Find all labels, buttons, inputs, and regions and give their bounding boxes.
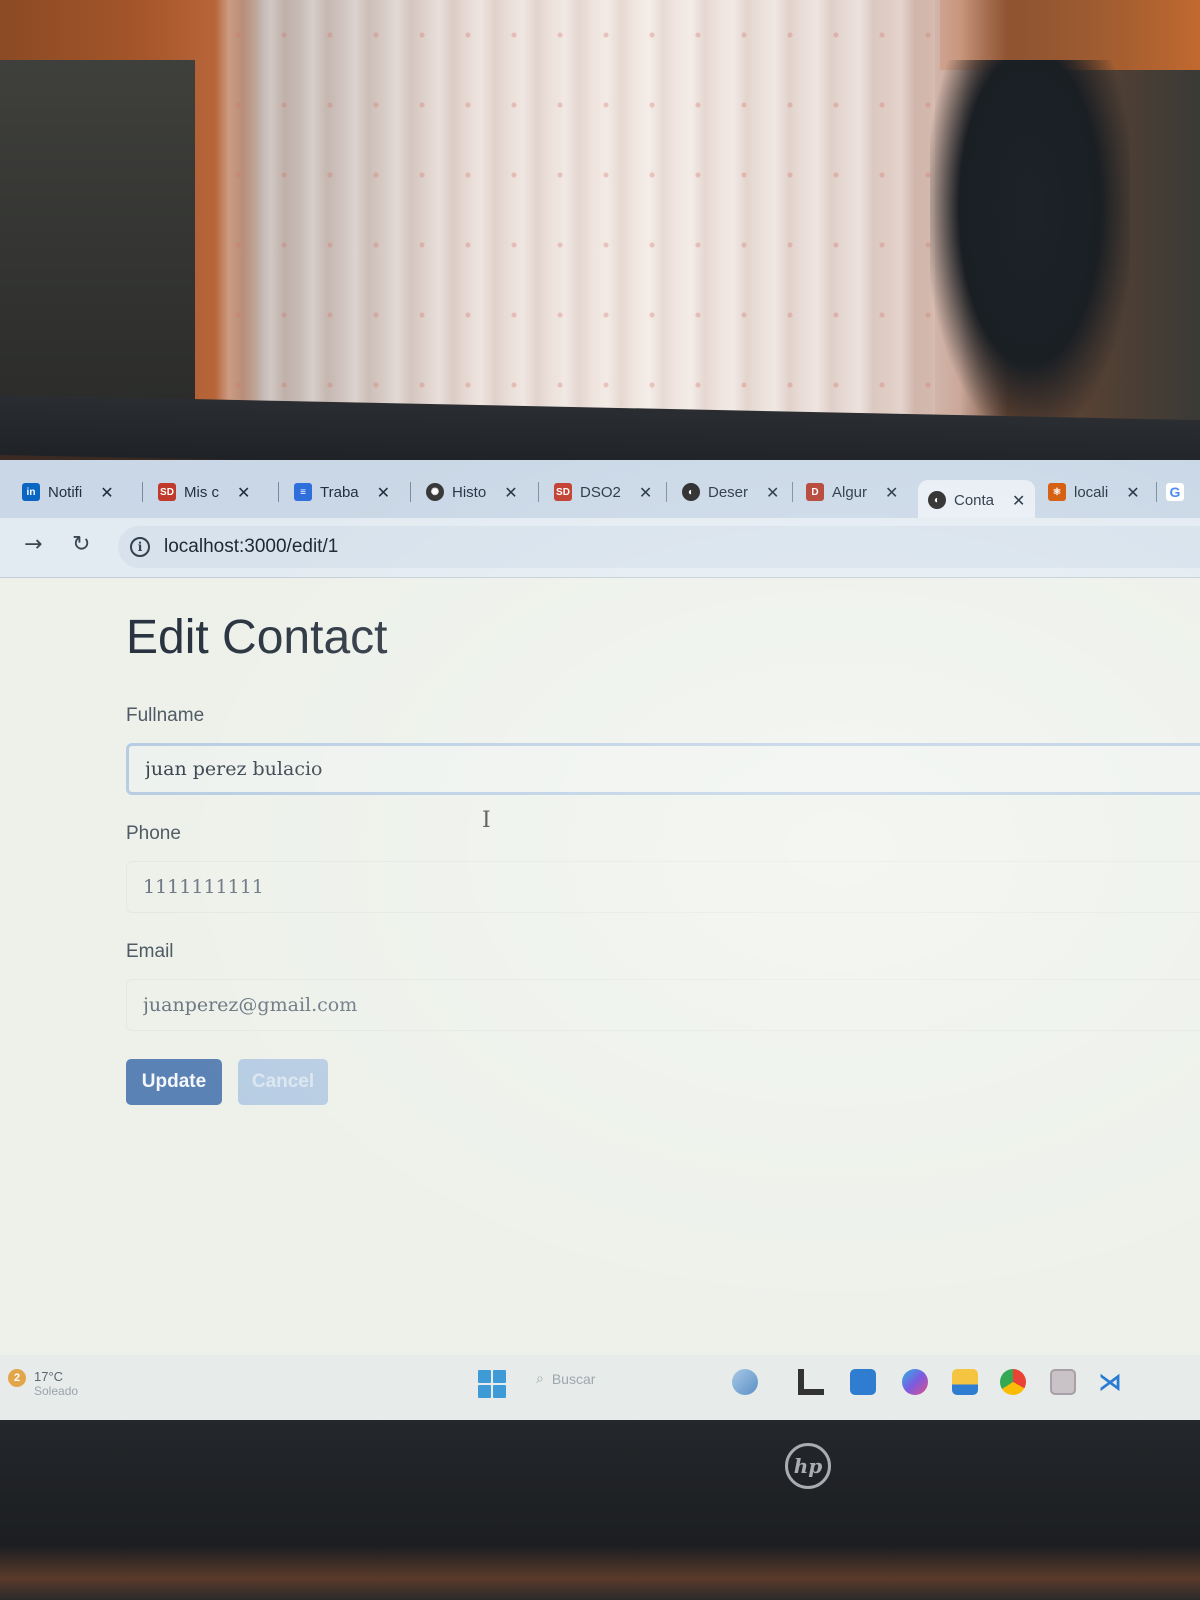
email-input[interactable] <box>126 979 1200 1031</box>
tab-locali[interactable]: ⚛ locali ✕ <box>1048 478 1140 506</box>
phone-label: Phone <box>126 823 181 844</box>
tab-google[interactable]: G <box>1166 478 1184 506</box>
phone-input[interactable] <box>126 861 1200 913</box>
windows-start-icon[interactable] <box>478 1370 506 1398</box>
search-placeholder: Buscar <box>551 1370 596 1387</box>
d-icon: D <box>806 483 824 501</box>
fullname-input[interactable] <box>126 743 1200 795</box>
tab-label: Mis c <box>184 483 219 501</box>
globe-icon: ◐ <box>682 483 700 501</box>
edit-contact-form: Edit Contact Fullname Phone Email Update… <box>126 610 1200 1105</box>
tab-algur[interactable]: D Algur ✕ <box>806 478 898 506</box>
app-grey-icon[interactable] <box>1050 1369 1076 1395</box>
tab-separator <box>142 482 143 502</box>
form-buttons: Update Cancel <box>126 1059 1200 1105</box>
sd-icon: SD <box>554 483 572 501</box>
weather-desc: Soleado <box>34 1384 79 1398</box>
tab-traba[interactable]: ≡ Traba ✕ <box>294 478 390 506</box>
wardrobe <box>0 60 195 400</box>
update-button[interactable]: Update <box>126 1059 222 1105</box>
browser-tab-strip: in Notifi ✕ SD Mis c ✕ ≡ Traba ✕ ✺ Histo… <box>0 460 1200 520</box>
close-icon[interactable]: ✕ <box>100 483 113 502</box>
tab-separator <box>792 482 793 502</box>
background-room <box>0 0 1200 440</box>
tab-conta[interactable]: ◐ Conta ✕ <box>918 480 1036 520</box>
weather-badge: 2 <box>8 1369 26 1387</box>
weather-temp: 17°C <box>34 1369 64 1384</box>
address-bar[interactable]: i localhost:3000/edit/1 <box>118 526 1200 568</box>
close-icon[interactable]: ✕ <box>1126 483 1139 502</box>
taskbar-search[interactable]: ⌕ Buscar <box>536 1370 595 1387</box>
tab-notifi[interactable]: in Notifi ✕ <box>22 478 114 506</box>
search-icon: ⌕ <box>536 1370 544 1386</box>
page-title: Edit Contact <box>126 611 388 664</box>
text-cursor-icon: I <box>482 808 491 833</box>
close-icon[interactable]: ✕ <box>885 483 898 502</box>
tab-label: DSO2 <box>580 483 621 501</box>
file-explorer-icon[interactable] <box>952 1369 978 1395</box>
tab-label: Algur <box>832 483 868 501</box>
browser-toolbar: → ↻ i localhost:3000/edit/1 <box>0 518 1200 578</box>
copilot-icon[interactable] <box>732 1369 758 1395</box>
tab-histo[interactable]: ✺ Histo ✕ <box>426 478 518 506</box>
chrome-icon[interactable] <box>1000 1369 1026 1395</box>
close-icon[interactable]: ✕ <box>639 483 652 502</box>
close-icon[interactable]: ✕ <box>504 483 517 502</box>
google-icon: G <box>1166 483 1184 501</box>
store-icon[interactable] <box>850 1369 876 1395</box>
close-icon[interactable]: ✕ <box>766 483 779 502</box>
hanging-clothes <box>930 60 1130 430</box>
react-icon: ⚛ <box>1048 483 1066 501</box>
laptop-screen: in Notifi ✕ SD Mis c ✕ ≡ Traba ✕ ✺ Histo… <box>0 460 1200 1430</box>
tab-label: Traba <box>320 483 359 501</box>
close-icon[interactable]: ✕ <box>1012 491 1025 510</box>
close-icon[interactable]: ✕ <box>237 483 250 502</box>
windows-taskbar: 2 17°C Soleado ⌕ Buscar ⋊ <box>0 1355 1200 1430</box>
tab-deser[interactable]: ◐ Deser ✕ <box>682 478 779 506</box>
tab-mis[interactable]: SD Mis c ✕ <box>158 478 250 506</box>
hp-logo: hp <box>785 1443 831 1489</box>
globe-icon: ◐ <box>928 491 946 509</box>
curtain-pattern <box>215 0 935 420</box>
tab-separator <box>410 482 411 502</box>
docs-icon: ≡ <box>294 483 312 501</box>
linkedin-icon: in <box>22 483 40 501</box>
tab-label: Deser <box>708 483 749 501</box>
tab-separator <box>278 482 279 502</box>
edge-icon[interactable] <box>902 1369 928 1395</box>
tab-separator <box>538 482 539 502</box>
tab-separator <box>666 482 667 502</box>
weather-widget[interactable]: 2 17°C Soleado <box>8 1369 78 1398</box>
cancel-button[interactable]: Cancel <box>238 1059 328 1105</box>
address-url: localhost:3000/edit/1 <box>164 536 339 557</box>
email-label: Email <box>126 941 174 962</box>
fullname-label: Fullname <box>126 705 205 726</box>
app-l-icon[interactable] <box>798 1369 824 1395</box>
close-icon[interactable]: ✕ <box>377 483 390 502</box>
chatgpt-icon: ✺ <box>426 483 444 501</box>
tab-separator <box>1156 482 1157 502</box>
tab-label: Notifi <box>48 483 83 501</box>
tab-label: locali <box>1074 483 1109 501</box>
laptop-bezel-bottom <box>0 1420 1200 1600</box>
tab-label: Histo <box>452 483 487 501</box>
tab-dso2[interactable]: SD DSO2 ✕ <box>554 478 652 506</box>
sd-icon: SD <box>158 483 176 501</box>
vscode-icon[interactable]: ⋊ <box>1098 1369 1124 1395</box>
tab-label: Conta <box>954 491 995 509</box>
info-icon[interactable]: i <box>130 537 150 557</box>
reload-icon[interactable]: ↻ <box>72 532 90 557</box>
forward-icon[interactable]: → <box>24 532 42 557</box>
